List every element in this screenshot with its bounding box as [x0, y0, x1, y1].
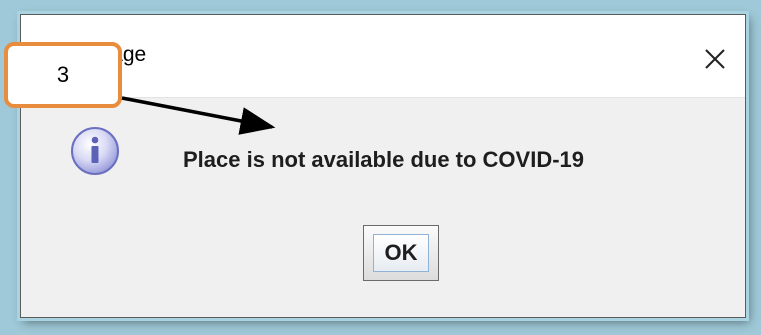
- dialog-message: Place is not available due to COVID-19: [183, 147, 585, 172]
- callout-number: 3: [56, 62, 70, 87]
- title-bar: Message: [21, 15, 745, 98]
- message-dialog: Message Place is not available due to CO…: [20, 14, 746, 318]
- information-icon: [71, 127, 119, 175]
- ok-button-label: OK: [384, 240, 418, 265]
- close-icon: [705, 49, 725, 69]
- ok-button-focus-ring: OK: [373, 234, 429, 272]
- ok-button[interactable]: OK: [363, 225, 439, 281]
- annotation-callout: 3: [4, 42, 122, 108]
- close-button[interactable]: [695, 39, 735, 79]
